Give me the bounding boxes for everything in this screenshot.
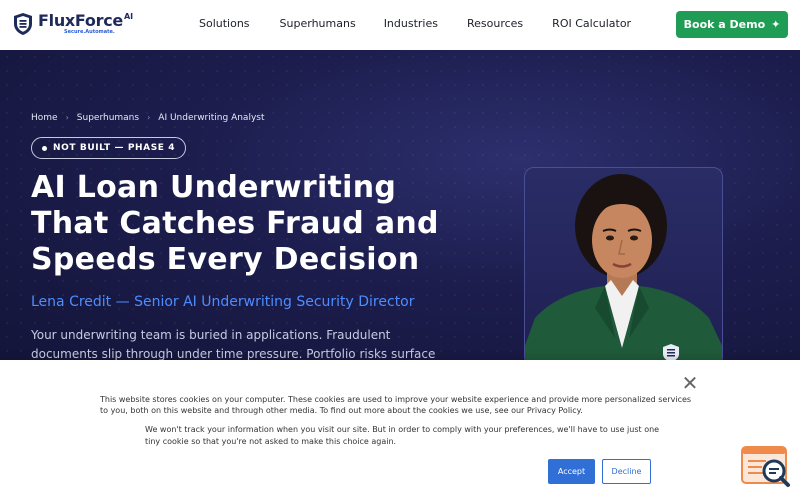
hero-description: Your underwriting team is buried in appl…	[31, 328, 436, 360]
close-icon[interactable]: ✕	[680, 373, 700, 393]
top-navigation: FluxForceAI Secure.Automate. Solutions S…	[0, 0, 800, 50]
nav-item-resources[interactable]: Resources	[467, 17, 523, 30]
decline-cookies-button[interactable]: Decline	[602, 459, 651, 484]
status-badge: NOT BUILT — PHASE 4	[31, 137, 187, 159]
brand-ai-suffix: AI	[123, 12, 134, 21]
chevron-right-icon: ›	[65, 113, 69, 122]
breadcrumb: Home › Superhumans › AI Underwriting Ana…	[31, 113, 264, 123]
cookie-text-primary: This website stores cookies on your comp…	[100, 395, 692, 415]
brand-name: FluxForce	[38, 11, 123, 30]
cookie-banner: ✕ This website stores cookies on your co…	[0, 360, 800, 500]
page-title: AI Loan Underwriting That Catches Fraud …	[31, 170, 471, 278]
page-title-line: AI Loan Underwriting	[31, 170, 397, 205]
hero-section: Home › Superhumans › AI Underwriting Ana…	[0, 50, 800, 360]
persona-portrait	[524, 167, 723, 360]
breadcrumb-home[interactable]: Home	[31, 113, 58, 123]
nav-menu: Solutions Superhumans Industries Resourc…	[199, 17, 631, 30]
accept-cookies-button[interactable]: Accept	[548, 459, 595, 484]
breadcrumb-current: AI Underwriting Analyst	[158, 113, 265, 123]
status-badge-label: NOT BUILT — PHASE 4	[53, 143, 176, 153]
nav-item-superhumans[interactable]: Superhumans	[280, 17, 356, 30]
logo-wordmark: FluxForceAI Secure.Automate.	[38, 13, 133, 35]
nav-item-industries[interactable]: Industries	[384, 17, 438, 30]
page-title-line: Speeds Every Decision	[31, 242, 420, 277]
page-title-line: That Catches Fraud and	[31, 206, 439, 241]
logo[interactable]: FluxForceAI Secure.Automate.	[12, 12, 133, 36]
book-demo-button[interactable]: Book a Demo ✦	[676, 11, 788, 38]
sparkle-icon: ✦	[771, 18, 781, 31]
hero-subheadline: Lena Credit — Senior AI Underwriting Sec…	[31, 294, 415, 310]
shield-logo-icon	[14, 13, 32, 35]
nav-item-solutions[interactable]: Solutions	[199, 17, 250, 30]
chat-widget-button[interactable]	[740, 444, 792, 488]
nav-item-roi-calculator[interactable]: ROI Calculator	[552, 17, 631, 30]
book-demo-label: Book a Demo	[683, 18, 766, 31]
search-chat-icon	[741, 446, 790, 487]
persona-illustration	[525, 174, 722, 360]
cookie-text-secondary: We won't track your information when you…	[145, 425, 660, 446]
brand-tagline: Secure.Automate.	[64, 29, 115, 35]
dot-icon	[42, 145, 47, 151]
chevron-right-icon: ›	[147, 113, 151, 122]
breadcrumb-superhumans[interactable]: Superhumans	[77, 113, 139, 123]
